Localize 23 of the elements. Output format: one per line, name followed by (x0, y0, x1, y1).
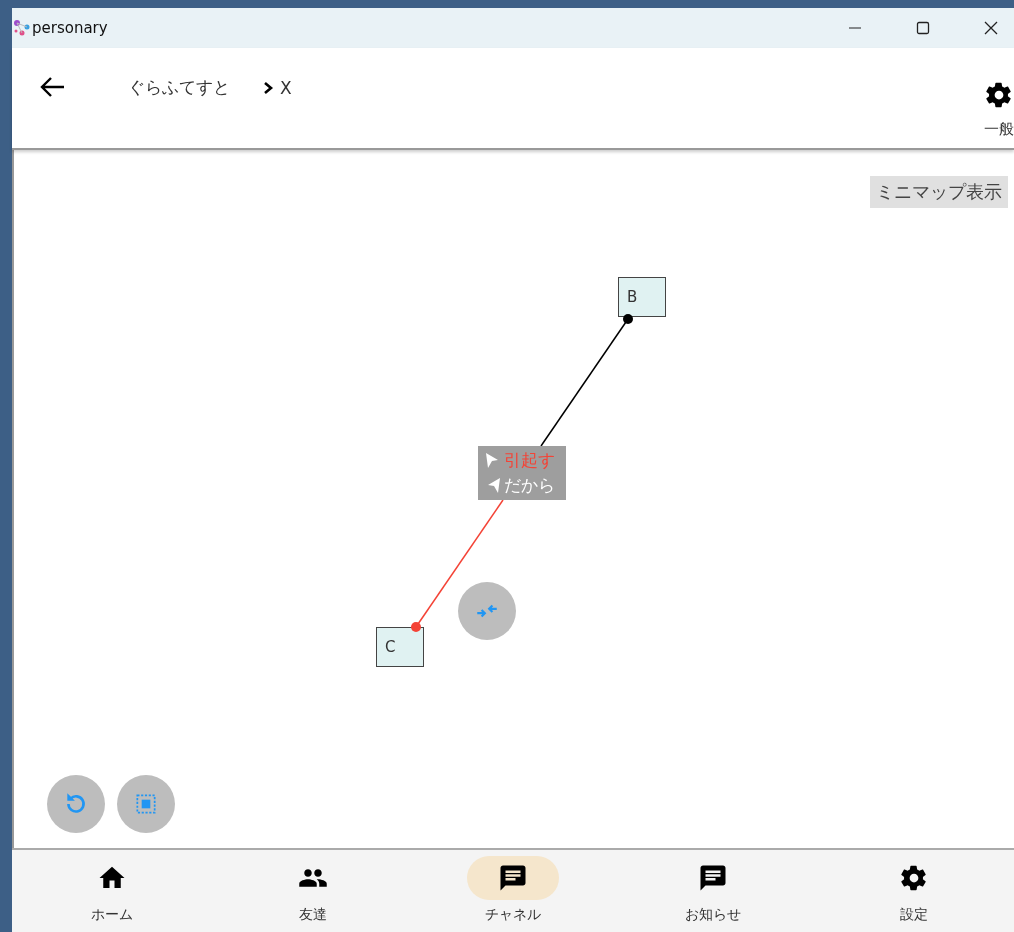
relation-label: だから (504, 474, 555, 497)
nav-item[interactable]: お知らせ (613, 850, 814, 932)
chevron-right-icon (262, 80, 274, 95)
settings-icon (984, 80, 1014, 110)
breadcrumb-item[interactable]: ぐらふてすと (128, 76, 230, 99)
app-logo-icon (12, 18, 32, 38)
general-settings-button[interactable]: 一般 (984, 80, 1014, 139)
nav-item[interactable]: 設定 (813, 850, 1014, 932)
window-title: personary (32, 19, 109, 37)
nav-item[interactable]: 友達 (212, 850, 413, 932)
graph-node[interactable]: B (618, 277, 666, 317)
chat-bubble-icon (498, 863, 528, 893)
nav-item[interactable]: チャネル (412, 850, 614, 932)
close-icon (984, 21, 998, 35)
graph-node[interactable]: C (376, 627, 424, 667)
minimap-button[interactable]: ミニマップ表示 (870, 176, 1008, 208)
settings-icon (898, 863, 929, 893)
maximize-icon (916, 21, 930, 35)
nav-item[interactable]: ホーム (12, 850, 213, 932)
chat-bubble-icon (698, 863, 729, 893)
relation-label: 引起す (504, 449, 555, 472)
breadcrumb-item[interactable]: X (280, 77, 292, 98)
select-all-icon (133, 791, 159, 817)
